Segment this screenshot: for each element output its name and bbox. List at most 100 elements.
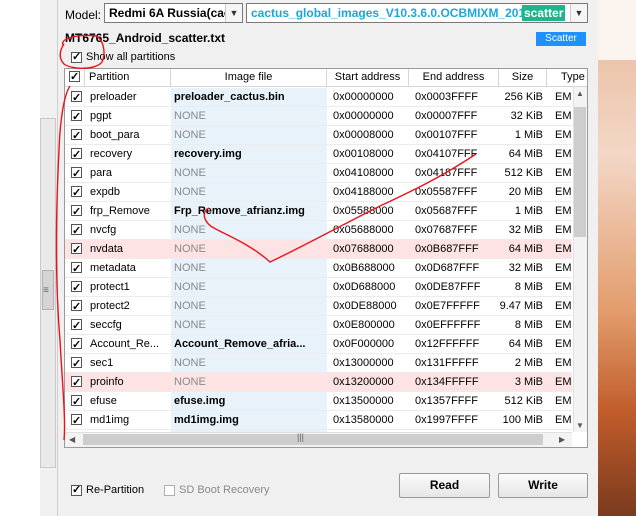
table-vertical-scrollbar-thumb[interactable] [574, 107, 586, 237]
scroll-right-icon[interactable]: ▶ [559, 435, 565, 444]
checkbox-icon[interactable] [71, 89, 82, 106]
column-header-partition[interactable]: Partition [85, 69, 171, 87]
partition-table[interactable]: Partition Image file Start address End a… [64, 68, 588, 448]
image-file-cell[interactable]: Frp_Remove_afrianz.img [171, 202, 327, 221]
column-header-end-address[interactable]: End address [409, 69, 499, 87]
image-file-cell[interactable]: NONE [171, 240, 327, 259]
image-file-cell[interactable]: NONE [171, 183, 327, 202]
image-file-cell[interactable]: NONE [171, 221, 327, 240]
row-checkbox-cell[interactable] [65, 316, 85, 335]
checkbox-icon[interactable] [71, 203, 82, 220]
table-row[interactable]: efuseefuse.img0x135000000x1357FFFF512 Ki… [65, 392, 572, 411]
image-file-cell[interactable]: recovery.img [171, 145, 327, 164]
column-header-type[interactable]: Type [547, 69, 587, 87]
row-checkbox-cell[interactable] [65, 202, 85, 221]
checkbox-icon[interactable] [71, 241, 82, 258]
row-checkbox-cell[interactable] [65, 392, 85, 411]
image-file-cell[interactable]: NONE [171, 316, 327, 335]
scroll-left-icon[interactable]: ◀ [69, 435, 75, 444]
table-row[interactable]: proinfoNONE0x132000000x134FFFFF3 MiBEMMC [65, 373, 572, 392]
write-button[interactable]: Write [498, 473, 588, 498]
table-row[interactable]: protect1NONE0x0D6880000x0DE87FFF8 MiBEMM… [65, 278, 572, 297]
scatter-badge[interactable]: Scatter [536, 32, 586, 46]
row-checkbox-cell[interactable] [65, 145, 85, 164]
table-horizontal-scrollbar-thumb[interactable] [83, 434, 543, 445]
image-file-cell[interactable]: NONE [171, 373, 327, 392]
row-checkbox-cell[interactable] [65, 183, 85, 202]
table-row[interactable]: nvdataNONE0x076880000x0B687FFF64 MiBEMMC [65, 240, 572, 259]
row-checkbox-cell[interactable] [65, 221, 85, 240]
table-row[interactable]: seccfgNONE0x0E8000000x0EFFFFFF8 MiBEMMC [65, 316, 572, 335]
checkbox-icon[interactable] [71, 298, 82, 315]
checkbox-icon[interactable] [71, 483, 82, 496]
read-button[interactable]: Read [399, 473, 490, 498]
repartition-checkbox[interactable]: Re-Partition [71, 483, 144, 496]
checkbox-icon[interactable] [164, 484, 175, 496]
table-row[interactable]: Account_Re...Account_Remove_afria...0x0F… [65, 335, 572, 354]
image-file-cell[interactable]: NONE [171, 278, 327, 297]
table-row[interactable]: expdbNONE0x041880000x05587FFF20 MiBEMMC [65, 183, 572, 202]
scroll-down-icon[interactable]: ▼ [576, 421, 584, 430]
header-select-all[interactable] [65, 69, 85, 87]
table-row[interactable]: sec1NONE0x130000000x131FFFFF2 MiBEMMC [65, 354, 572, 373]
image-file-cell[interactable]: efuse.img [171, 392, 327, 411]
column-header-size[interactable]: Size [499, 69, 547, 87]
sd-boot-recovery-checkbox[interactable]: SD Boot Recovery [164, 484, 269, 496]
model-select[interactable]: Redmi 6A Russia(cac ▼ [104, 3, 243, 23]
column-header-start-address[interactable]: Start address [327, 69, 409, 87]
column-header-image-file[interactable]: Image file [171, 69, 327, 87]
image-file-cell[interactable]: preloader_cactus.bin [171, 88, 327, 107]
table-row[interactable]: preloaderpreloader_cactus.bin0x000000000… [65, 88, 572, 107]
row-checkbox-cell[interactable] [65, 354, 85, 373]
checkbox-icon[interactable] [71, 50, 82, 63]
chevron-down-icon[interactable]: ▼ [225, 4, 242, 22]
image-file-cell[interactable]: NONE [171, 297, 327, 316]
image-file-cell[interactable]: NONE [171, 164, 327, 183]
row-checkbox-cell[interactable] [65, 107, 85, 126]
table-row[interactable]: protect2NONE0x0DE880000x0E7FFFFF9.47 MiB… [65, 297, 572, 316]
chevron-down-icon[interactable]: ▼ [570, 4, 587, 22]
image-file-cell[interactable]: md1img.img [171, 411, 327, 430]
table-row[interactable]: paraNONE0x041080000x04187FFF512 KiBEMMC [65, 164, 572, 183]
checkbox-icon[interactable] [71, 355, 82, 372]
row-checkbox-cell[interactable] [65, 297, 85, 316]
checkbox-icon[interactable] [71, 108, 82, 125]
row-checkbox-cell[interactable] [65, 240, 85, 259]
table-row[interactable]: nvcfgNONE0x056880000x07687FFF32 MiBEMMC [65, 221, 572, 240]
checkbox-icon[interactable] [71, 184, 82, 201]
checkbox-icon[interactable] [69, 69, 80, 86]
table-row[interactable]: md1imgmd1img.img0x135800000x1997FFFF100 … [65, 411, 572, 430]
checkbox-icon[interactable] [71, 374, 82, 391]
checkbox-icon[interactable] [71, 336, 82, 353]
checkbox-icon[interactable] [71, 260, 82, 277]
table-row[interactable]: pgptNONE0x000000000x00007FFF32 KiBEMMC [65, 107, 572, 126]
image-file-cell[interactable]: NONE [171, 259, 327, 278]
checkbox-icon[interactable] [71, 127, 82, 144]
checkbox-icon[interactable] [71, 146, 82, 163]
checkbox-icon[interactable] [71, 165, 82, 182]
checkbox-icon[interactable] [71, 222, 82, 239]
row-checkbox-cell[interactable] [65, 126, 85, 145]
show-all-partitions-checkbox[interactable]: Show all partitions [71, 50, 175, 63]
table-row[interactable]: boot_paraNONE0x000080000x00107FFF1 MiBEM… [65, 126, 572, 145]
image-file-cell[interactable]: NONE [171, 354, 327, 373]
row-checkbox-cell[interactable] [65, 335, 85, 354]
image-file-cell[interactable]: NONE [171, 126, 327, 145]
image-folder-select[interactable]: cactus_global_images_V10.3.6.0.OCBMIXM_2… [246, 3, 588, 23]
row-checkbox-cell[interactable] [65, 278, 85, 297]
table-row[interactable]: recoveryrecovery.img0x001080000x04107FFF… [65, 145, 572, 164]
row-checkbox-cell[interactable] [65, 411, 85, 430]
row-checkbox-cell[interactable] [65, 259, 85, 278]
checkbox-icon[interactable] [71, 412, 82, 429]
row-checkbox-cell[interactable] [65, 373, 85, 392]
checkbox-icon[interactable] [71, 393, 82, 410]
table-row[interactable]: frp_RemoveFrp_Remove_afrianz.img0x055880… [65, 202, 572, 221]
image-file-cell[interactable]: NONE [171, 107, 327, 126]
checkbox-icon[interactable] [71, 279, 82, 296]
table-row[interactable]: metadataNONE0x0B6880000x0D687FFF32 MiBEM… [65, 259, 572, 278]
scroll-up-icon[interactable]: ▲ [576, 89, 584, 98]
image-file-cell[interactable]: Account_Remove_afria... [171, 335, 327, 354]
row-checkbox-cell[interactable] [65, 88, 85, 107]
row-checkbox-cell[interactable] [65, 164, 85, 183]
checkbox-icon[interactable] [71, 317, 82, 334]
